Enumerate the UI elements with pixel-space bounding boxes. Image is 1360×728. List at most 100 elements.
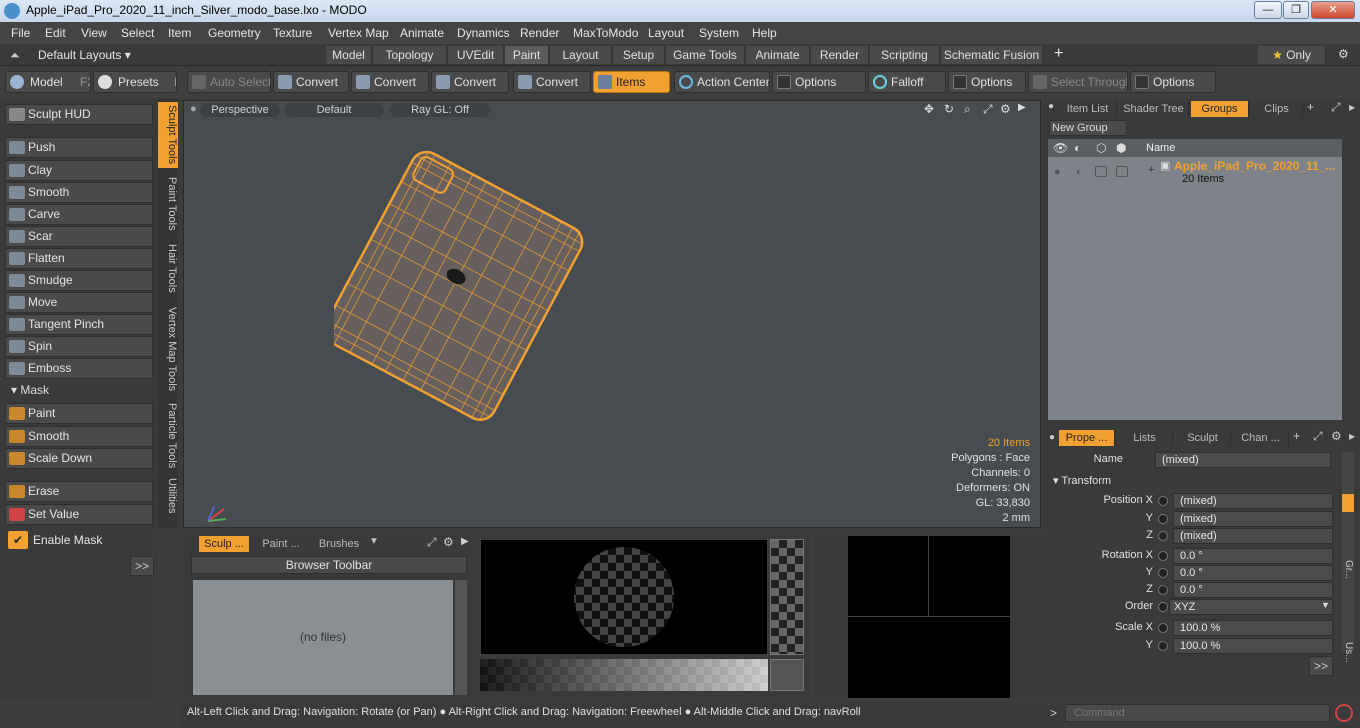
props-gear-icon[interactable]: ⚙ [1331,429,1342,443]
mask-section-header[interactable]: ▾ Mask [5,383,153,399]
tool-emboss[interactable]: Emboss [5,358,153,379]
convert-button-3[interactable]: Convert [431,71,509,93]
panel-more-icon[interactable]: ▶ [461,536,469,547]
tool-move[interactable]: Move [5,292,153,313]
tool-scar[interactable]: Scar [5,226,153,247]
menu-dynamics[interactable]: Dynamics [457,26,510,40]
tab-groups[interactable]: Groups [1191,101,1249,117]
tool-smooth[interactable]: Smooth [5,182,153,203]
brush-falloff-strip[interactable] [770,539,804,655]
maximize-view-icon[interactable]: ⤢ [983,102,993,117]
raygl-toggle[interactable]: Ray GL: Off [390,103,490,117]
position-z-keyframe-icon[interactable] [1158,531,1168,541]
mask-set-value[interactable]: Set Value [5,504,153,525]
rotation-y-field[interactable]: 0.0 ° [1173,565,1333,581]
panel-maximize-icon[interactable]: ⤢ [427,535,437,550]
tool-carve[interactable]: Carve [5,204,153,225]
options-button-3[interactable]: Options [1130,71,1216,93]
tab-topology[interactable]: Topology [373,46,447,64]
file-browser-area[interactable]: (no files) [193,580,453,695]
tab-model[interactable]: Model [326,46,372,64]
add-tab-plus-icon[interactable]: + [1307,100,1314,114]
grey-gradient-preview[interactable] [480,659,768,691]
tab-brushes[interactable]: Brushes [313,536,365,552]
tool-spin[interactable]: Spin [5,336,153,357]
select-through-button[interactable]: Select Through [1028,71,1128,93]
convert-button-1[interactable]: Convert [273,71,349,93]
menu-maxtomodo[interactable]: MaxToModo [573,26,638,40]
model-button[interactable]: Model F2 [5,71,91,93]
panel-dot-icon[interactable]: ● [1048,101,1054,112]
expand-more-button[interactable]: >> [130,556,154,576]
order-dropdown-arrow-icon[interactable]: ▼ [1321,600,1330,610]
color-swatch[interactable] [770,659,804,691]
tab-animate[interactable]: Animate [746,46,810,64]
tool-flatten[interactable]: Flatten [5,248,153,269]
tab-item-list[interactable]: Item List [1059,101,1117,117]
position-x-keyframe-icon[interactable] [1158,496,1168,506]
tool-clay[interactable]: Clay [5,160,153,181]
file-browser-scrollbar[interactable] [455,580,467,695]
row-lock-icon[interactable] [1095,166,1107,177]
vtab-vertex-map-tools[interactable]: Vertex Map Tools [158,302,178,396]
minimize-button[interactable]: — [1254,1,1282,19]
convert-button-4[interactable]: Convert [513,71,591,93]
tab-lists[interactable]: Lists [1117,430,1173,446]
options-button-1[interactable]: Options [772,71,866,93]
move-view-icon[interactable]: ✥ [924,102,934,116]
menu-view[interactable]: View [81,26,107,40]
side-tab-user[interactable]: Us... [1342,642,1354,672]
viewport-more-icon[interactable]: ▶ [1018,102,1026,113]
gear-icon[interactable]: ⚙ [1338,47,1349,61]
tab-setup[interactable]: Setup [613,46,665,64]
menu-render[interactable]: Render [520,26,559,40]
convert-button-2[interactable]: Convert [351,71,429,93]
tab-properties[interactable]: Prope ... [1059,430,1115,446]
action-center-button[interactable]: Action Center [674,71,770,93]
menu-system[interactable]: System [699,26,739,40]
groups-maximize-icon[interactable]: ⤢ [1331,100,1341,115]
visibility-eye-icon[interactable]: 👁 [1053,141,1068,155]
scale-y-field[interactable]: 100.0 % [1173,638,1333,654]
side-tab-groups[interactable]: Gr... [1342,560,1354,590]
rotate-view-icon[interactable]: ↻ [944,102,954,116]
props-maximize-icon[interactable]: ⤢ [1313,429,1323,444]
scale-y-keyframe-icon[interactable] [1158,641,1168,651]
tool-smudge[interactable]: Smudge [5,270,153,291]
only-toggle[interactable]: ★ Only [1258,46,1326,64]
command-input[interactable] [1065,704,1330,722]
transform-section-header[interactable]: ▾ Transform [1053,474,1111,487]
menu-layout[interactable]: Layout [648,26,684,40]
order-keyframe-icon[interactable] [1158,602,1168,612]
menu-edit[interactable]: Edit [45,26,66,40]
falloff-button[interactable]: Falloff [868,71,946,93]
brush-shape-preview[interactable] [480,539,768,655]
tab-paint-brushes[interactable]: Paint ... [255,536,307,552]
add-tab-icon[interactable]: + [1054,45,1063,63]
tab-scripting[interactable]: Scripting [870,46,940,64]
menu-help[interactable]: Help [752,26,777,40]
groups-list[interactable]: 👁 ◐ ⬡ ⬢ Name ● ◐ + ▣ Apple_iPad_Pro_2020… [1048,139,1342,420]
props-side-tab-active[interactable] [1342,494,1354,512]
options-button-2[interactable]: Options [948,71,1026,93]
3d-viewport[interactable]: ● Perspective Default Ray GL: Off ✥ ↻ ⌕ … [183,100,1041,528]
rotation-x-field[interactable]: 0.0 ° [1173,548,1333,564]
tab-game-tools[interactable]: Game Tools [666,46,745,64]
tab-layout[interactable]: Layout [550,46,612,64]
order-dropdown[interactable]: XYZ [1169,599,1333,615]
row-select-icon[interactable] [1116,166,1128,177]
items-mode-button[interactable]: Items [593,71,670,93]
panel-gear-icon[interactable]: ⚙ [443,535,454,549]
record-macro-icon[interactable] [1335,704,1353,722]
maximize-button[interactable]: ❐ [1283,1,1309,19]
vtab-particle-tools[interactable]: Particle Tools [158,402,178,470]
viewport-gear-icon[interactable]: ⚙ [1000,102,1011,116]
default-layouts-dropdown[interactable]: Default Layouts ▾ [38,48,131,62]
tab-paint[interactable]: Paint [505,46,549,64]
expand-plus-icon[interactable]: + [1148,164,1154,176]
menu-file[interactable]: File [11,26,30,40]
tab-sculpt-brushes[interactable]: Sculp ... [199,536,249,552]
vtab-utilities[interactable]: Utilities [158,476,178,516]
uv-preview-canvas[interactable] [848,536,1010,698]
rotation-z-keyframe-icon[interactable] [1158,585,1168,595]
